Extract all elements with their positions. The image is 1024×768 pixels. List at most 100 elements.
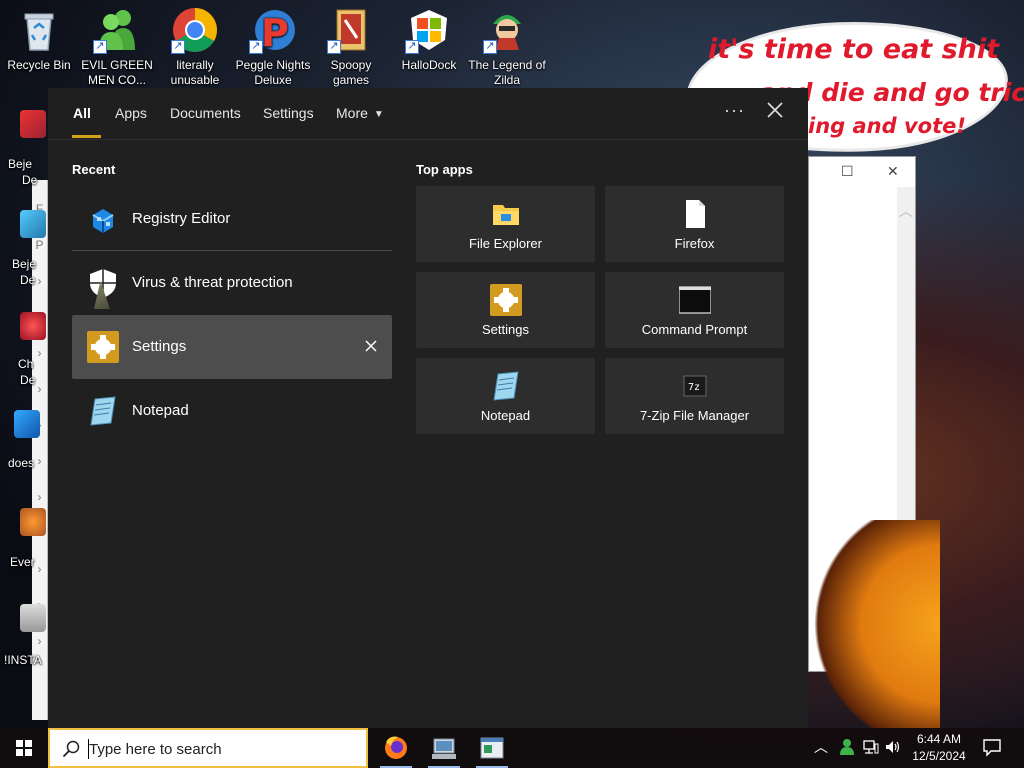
top-app-label: Settings bbox=[482, 322, 529, 337]
settings-gear-icon bbox=[490, 284, 522, 316]
desktop-icon-peggle-nights[interactable]: P ↗ Peggle Nights Deluxe bbox=[234, 2, 312, 88]
blank-document-icon bbox=[686, 200, 705, 228]
taskbar-app-explorer[interactable] bbox=[422, 732, 466, 768]
maximize-icon[interactable]: ☐ bbox=[841, 163, 854, 180]
recent-item-settings[interactable]: Settings bbox=[72, 315, 392, 379]
background-window-titlebar[interactable]: ☐ ✕ bbox=[809, 157, 915, 187]
shortcut-arrow-icon: ↗ bbox=[93, 40, 107, 54]
top-app-file-explorer[interactable]: File Explorer bbox=[416, 186, 595, 262]
recent-item-label: Settings bbox=[132, 338, 187, 355]
top-app-label: Firefox bbox=[674, 236, 715, 251]
zilda-icon: ↗ bbox=[483, 6, 531, 54]
svg-text:7z: 7z bbox=[688, 382, 700, 393]
taskbar-search-input[interactable]: Type here to search bbox=[48, 728, 368, 768]
peggle-icon: P ↗ bbox=[249, 6, 297, 55]
desktop-icon-hallodock[interactable]: ↗ HalloDock bbox=[390, 2, 468, 73]
recent-item-label: Virus & threat protection bbox=[132, 274, 293, 291]
edge-label-bejeweled-2-cont: De bbox=[20, 273, 36, 287]
clock-time: 6:44 AM bbox=[916, 732, 962, 746]
taskbar: Type here to search ︿ 6:44 AM 12/5/2024 bbox=[0, 728, 1024, 768]
clock-date: 12/5/2024 bbox=[912, 749, 966, 763]
top-app-command-prompt[interactable]: Command Prompt bbox=[605, 272, 784, 348]
bejeweled-icon[interactable] bbox=[20, 210, 46, 238]
file-explorer-icon bbox=[493, 205, 519, 225]
system-clock[interactable]: 6:44 AM 12/5/2024 bbox=[906, 731, 972, 765]
search-icon bbox=[62, 740, 80, 758]
settings-gear-icon bbox=[87, 331, 119, 363]
does-icon[interactable] bbox=[14, 410, 40, 438]
more-options-icon[interactable]: ··· bbox=[724, 100, 745, 121]
green-men-icon: ↗ bbox=[93, 6, 141, 54]
desktop-icon-legend-of-zilda[interactable]: ↗ The Legend of Zilda bbox=[468, 2, 546, 88]
search-panel: All Apps Documents Settings More ▼ ··· Re… bbox=[48, 88, 808, 728]
recent-heading: Recent bbox=[72, 162, 116, 177]
tab-documents[interactable]: Documents bbox=[170, 105, 241, 121]
shortcut-arrow-icon: ↗ bbox=[405, 40, 419, 54]
notepad-icon bbox=[90, 396, 116, 426]
edge-label-bejeweled-1-cont: De bbox=[22, 173, 38, 187]
recent-item-label: Registry Editor bbox=[132, 210, 231, 227]
bubble-text-line-3: ing and vote! bbox=[808, 114, 966, 138]
volume-icon[interactable] bbox=[884, 738, 902, 756]
taskbar-app-firefox[interactable] bbox=[374, 732, 418, 768]
recent-item-registry-editor[interactable]: Registry Editor bbox=[72, 187, 392, 251]
desktop-icon-literally-unusable[interactable]: ↗ literally unusable bbox=[156, 2, 234, 88]
edge-label-ever: Ever bbox=[10, 555, 35, 569]
search-tab-bar: All Apps Documents Settings More ▼ ··· bbox=[48, 88, 808, 140]
top-app-label: 7-Zip File Manager bbox=[639, 408, 750, 423]
tab-all[interactable]: All bbox=[73, 105, 91, 121]
remove-from-recent-icon[interactable] bbox=[364, 339, 378, 353]
top-app-label: File Explorer bbox=[469, 236, 542, 251]
top-app-firefox[interactable]: Firefox bbox=[605, 186, 784, 262]
recent-item-virus-threat-protection[interactable]: Virus & threat protection bbox=[72, 251, 392, 315]
registry-editor-icon bbox=[92, 209, 114, 233]
shortcut-arrow-icon: ↗ bbox=[171, 40, 185, 54]
top-app-label: Notepad bbox=[480, 408, 531, 423]
active-tab-indicator bbox=[72, 135, 101, 138]
scroll-up-icon[interactable]: ︿ bbox=[899, 201, 913, 221]
close-icon[interactable]: ✕ bbox=[887, 163, 899, 180]
desktop-icon-recycle-bin[interactable]: Recycle Bin bbox=[0, 2, 78, 73]
edge-label-chuzzle: Ch bbox=[18, 357, 34, 371]
edge-label-does: does bbox=[8, 456, 35, 470]
recycle-bin-icon bbox=[15, 6, 63, 54]
notification-center-icon[interactable] bbox=[982, 737, 1002, 757]
tab-settings[interactable]: Settings bbox=[263, 105, 314, 121]
network-icon[interactable] bbox=[862, 738, 880, 756]
edge-label-bejeweled-2: Beje bbox=[12, 257, 37, 271]
shortcut-arrow-icon: ↗ bbox=[249, 40, 263, 54]
installer-icon[interactable] bbox=[20, 604, 46, 632]
folder-games-icon: ↗ bbox=[327, 6, 375, 54]
top-app-label: Command Prompt bbox=[641, 322, 748, 337]
bubble-text-line-1: it's time to eat shit bbox=[708, 34, 1000, 65]
desktop-icon-evil-green-men[interactable]: ↗ EVIL GREEN MEN CO... bbox=[78, 2, 156, 88]
everquest-icon[interactable] bbox=[20, 508, 46, 536]
people-icon[interactable] bbox=[838, 738, 856, 756]
pumpkin-decoration bbox=[800, 520, 940, 728]
shortcut-arrow-icon: ↗ bbox=[483, 40, 497, 54]
top-apps-heading: Top apps bbox=[416, 162, 473, 177]
computer-icon bbox=[432, 738, 456, 759]
notepad-icon bbox=[493, 371, 519, 401]
show-hidden-icons-chevron-icon[interactable]: ︿ bbox=[814, 737, 832, 755]
tab-more[interactable]: More ▼ bbox=[336, 105, 384, 121]
edge-label-chuzzle-cont: De bbox=[20, 373, 36, 387]
tab-apps[interactable]: Apps bbox=[115, 105, 147, 121]
desktop-icon-spoopy-games[interactable]: ↗ Spoopy games bbox=[312, 2, 390, 88]
edge-label-install: !INSTA bbox=[4, 653, 42, 667]
top-app-7zip[interactable]: 7z 7-Zip File Manager bbox=[605, 358, 784, 434]
taskbar-app-notepad[interactable] bbox=[470, 732, 514, 768]
seven-zip-icon: 7z bbox=[683, 375, 707, 397]
chevron-down-icon: ▼ bbox=[373, 109, 384, 120]
chrome-icon: ↗ bbox=[171, 6, 219, 54]
edge-label-bejeweled-1: Beje bbox=[8, 157, 33, 171]
top-app-settings[interactable]: Settings bbox=[416, 272, 595, 348]
chuzzle-icon[interactable] bbox=[20, 312, 46, 340]
recent-item-notepad[interactable]: Notepad bbox=[72, 379, 392, 443]
close-icon[interactable] bbox=[766, 101, 784, 119]
bejeweled-icon[interactable] bbox=[20, 110, 46, 138]
svg-text:P: P bbox=[261, 11, 289, 54]
command-prompt-icon bbox=[679, 286, 711, 314]
top-app-notepad[interactable]: Notepad bbox=[416, 358, 595, 434]
windows-start-icon[interactable] bbox=[0, 728, 48, 768]
